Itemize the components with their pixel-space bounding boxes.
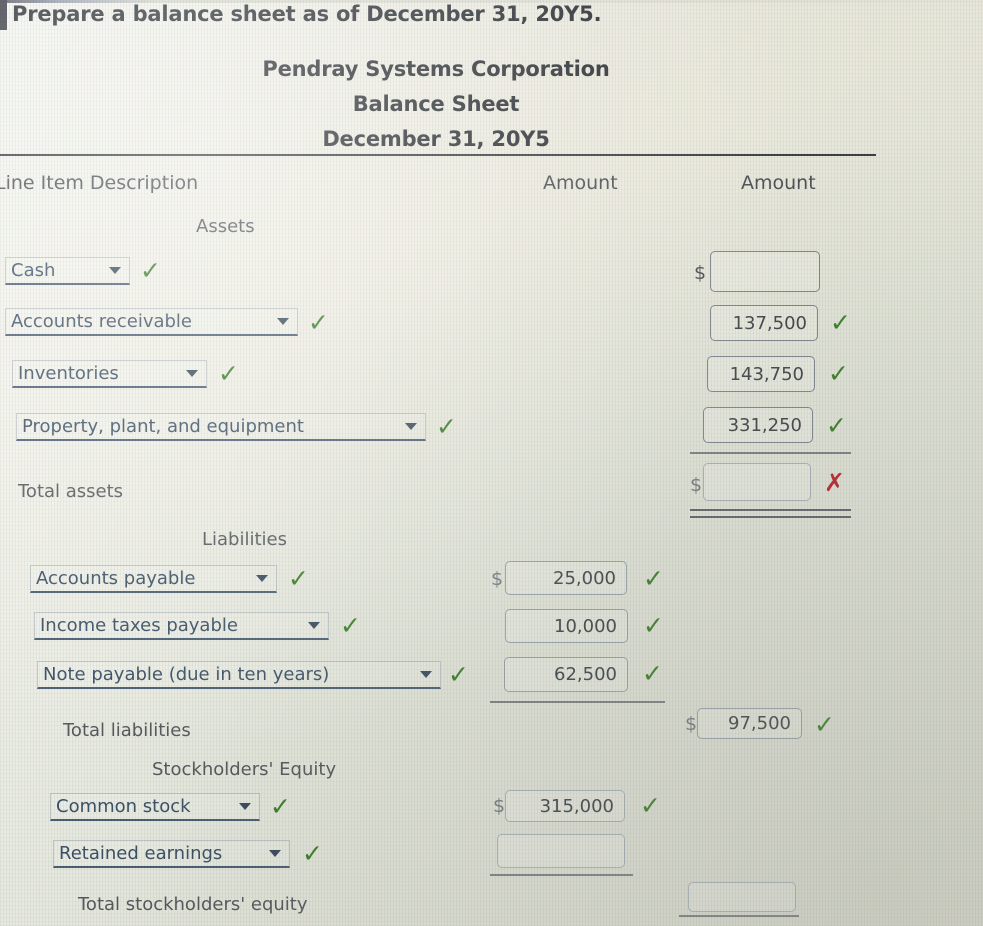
- status-check-icon-ppe-amount: ✓: [826, 411, 847, 440]
- amount-input-accounts-payable[interactable]: 25,000: [505, 561, 627, 595]
- amount-input-total-stockholders-equity[interactable]: [688, 882, 796, 912]
- status-check-icon-ppe-label: ✓: [436, 412, 457, 441]
- statement-date: December 31, 20Y5: [322, 127, 550, 151]
- screen-left-edge: [0, 0, 7, 30]
- chevron-down-icon: [269, 850, 281, 857]
- status-check-icon-retained-earnings-label: ✓: [302, 839, 323, 868]
- section-heading-stockholders-equity: Stockholders' Equity: [152, 759, 337, 780]
- status-check-icon-common-stock-amount: ✓: [640, 791, 661, 820]
- chevron-down-icon: [239, 803, 251, 810]
- line-item-select-inventories-label: Inventories: [18, 362, 119, 384]
- line-item-select-retained-earnings[interactable]: Retained earnings: [53, 840, 290, 868]
- amount-input-total-liabilities-value: 97,500: [728, 713, 791, 734]
- line-item-select-cash[interactable]: Cash: [5, 257, 130, 285]
- status-check-icon-accounts-receivable-label: ✓: [308, 308, 329, 337]
- chevron-down-icon: [186, 370, 198, 377]
- line-item-select-note-payable[interactable]: Note payable (due in ten years): [37, 661, 441, 689]
- chevron-down-icon: [420, 671, 432, 678]
- status-check-icon-total-liabilities: ✓: [814, 710, 835, 739]
- status-check-icon-cash-label: ✓: [140, 256, 161, 285]
- amount-input-income-taxes-payable-value: 10,000: [554, 615, 617, 637]
- line-item-select-income-taxes-payable-label: Income taxes payable: [40, 614, 238, 636]
- amount-input-income-taxes-payable[interactable]: 10,000: [505, 609, 628, 643]
- currency-symbol-total-liabilities: $: [685, 713, 698, 735]
- header-divider: [0, 154, 876, 156]
- status-check-icon-accounts-payable-amount: ✓: [643, 564, 664, 593]
- line-item-select-cash-label: Cash: [11, 259, 56, 281]
- total-assets-double-rule: [690, 509, 851, 518]
- liabilities-subtotal-rule: [490, 701, 665, 703]
- status-check-icon-inventories-amount: ✓: [828, 359, 849, 388]
- status-check-icon-income-taxes-payable-amount: ✓: [643, 611, 664, 640]
- line-item-select-accounts-receivable-label: Accounts receivable: [11, 310, 193, 332]
- amount-input-retained-earnings[interactable]: [497, 834, 625, 868]
- amount-input-total-assets[interactable]: [703, 463, 811, 501]
- amount-input-common-stock-value: 315,000: [539, 795, 614, 817]
- chevron-down-icon: [109, 267, 121, 274]
- status-check-icon-accounts-payable-label: ✓: [288, 564, 309, 593]
- currency-symbol-total-assets: $: [690, 474, 703, 496]
- statement-heading: Pendray Systems Corporation Balance Shee…: [0, 52, 872, 157]
- amount-input-total-liabilities[interactable]: 97,500: [697, 708, 802, 739]
- amount-input-cash[interactable]: [710, 251, 820, 292]
- total-equity-rule: [679, 915, 799, 917]
- amount-input-property-plant-equipment[interactable]: 331,250: [703, 407, 813, 443]
- currency-symbol-cash: $: [694, 262, 707, 284]
- line-item-select-common-stock-label: Common stock: [56, 795, 191, 817]
- question-prompt: Prepare a balance sheet as of December 3…: [12, 2, 602, 26]
- balance-sheet-exercise-screen: Prepare a balance sheet as of December 3…: [0, 0, 983, 926]
- currency-symbol-accounts-payable: $: [491, 568, 504, 590]
- line-item-select-income-taxes-payable[interactable]: Income taxes payable: [34, 612, 329, 640]
- amount-input-note-payable-value: 62,500: [554, 664, 617, 685]
- amount-input-inventories[interactable]: 143,750: [707, 356, 815, 392]
- status-check-icon-income-taxes-payable-label: ✓: [340, 611, 361, 640]
- status-check-icon-inventories-label: ✓: [218, 359, 239, 388]
- amount-input-note-payable[interactable]: 62,500: [504, 657, 628, 692]
- amount-input-accounts-receivable[interactable]: 137,500: [710, 305, 818, 341]
- chevron-down-icon: [277, 318, 289, 325]
- status-check-icon-note-payable-amount: ✓: [642, 659, 663, 688]
- status-check-icon-common-stock-label: ✓: [270, 792, 291, 821]
- company-name: Pendray Systems Corporation: [262, 57, 610, 81]
- line-item-select-common-stock[interactable]: Common stock: [50, 793, 260, 821]
- line-item-select-retained-earnings-label: Retained earnings: [59, 842, 223, 864]
- column-header-amount-1: Amount: [543, 172, 618, 194]
- amount-input-inventories-value: 143,750: [729, 363, 804, 385]
- chevron-down-icon: [256, 575, 268, 582]
- section-heading-liabilities: Liabilities: [202, 529, 287, 550]
- line-item-select-property-plant-equipment[interactable]: Property, plant, and equipment: [16, 413, 426, 441]
- line-item-select-accounts-payable[interactable]: Accounts payable: [30, 565, 277, 593]
- line-item-select-property-plant-equipment-label: Property, plant, and equipment: [22, 415, 304, 437]
- row-label-total-stockholders-equity: Total stockholders' equity: [78, 894, 308, 915]
- column-header-description: Line Item Description: [0, 172, 199, 194]
- line-item-select-inventories[interactable]: Inventories: [12, 360, 207, 388]
- status-check-icon-accounts-receivable-amount: ✓: [830, 308, 851, 337]
- amount-input-ppe-value: 331,250: [727, 414, 802, 436]
- amount-input-accounts-receivable-value: 137,500: [732, 312, 807, 334]
- equity-subtotal-rule: [490, 874, 633, 876]
- status-check-icon-note-payable-label: ✓: [448, 660, 469, 689]
- screen-top-edge: [0, 0, 983, 3]
- row-label-total-liabilities: Total liabilities: [63, 720, 191, 741]
- line-item-select-note-payable-label: Note payable (due in ten years): [43, 663, 330, 685]
- assets-subtotal-rule: [690, 452, 851, 454]
- line-item-select-accounts-payable-label: Accounts payable: [36, 567, 196, 589]
- chevron-down-icon: [405, 423, 417, 430]
- statement-title: Balance Sheet: [352, 92, 520, 116]
- column-header-amount-2: Amount: [741, 172, 816, 194]
- amount-input-common-stock[interactable]: 315,000: [505, 790, 625, 822]
- status-cross-icon-total-assets: ✗: [824, 468, 845, 497]
- line-item-select-accounts-receivable[interactable]: Accounts receivable: [5, 308, 298, 336]
- row-label-total-assets: Total assets: [18, 481, 124, 502]
- chevron-down-icon: [308, 622, 320, 629]
- currency-symbol-common-stock: $: [493, 795, 506, 817]
- amount-input-accounts-payable-value: 25,000: [553, 567, 616, 589]
- section-heading-assets: Assets: [196, 216, 255, 237]
